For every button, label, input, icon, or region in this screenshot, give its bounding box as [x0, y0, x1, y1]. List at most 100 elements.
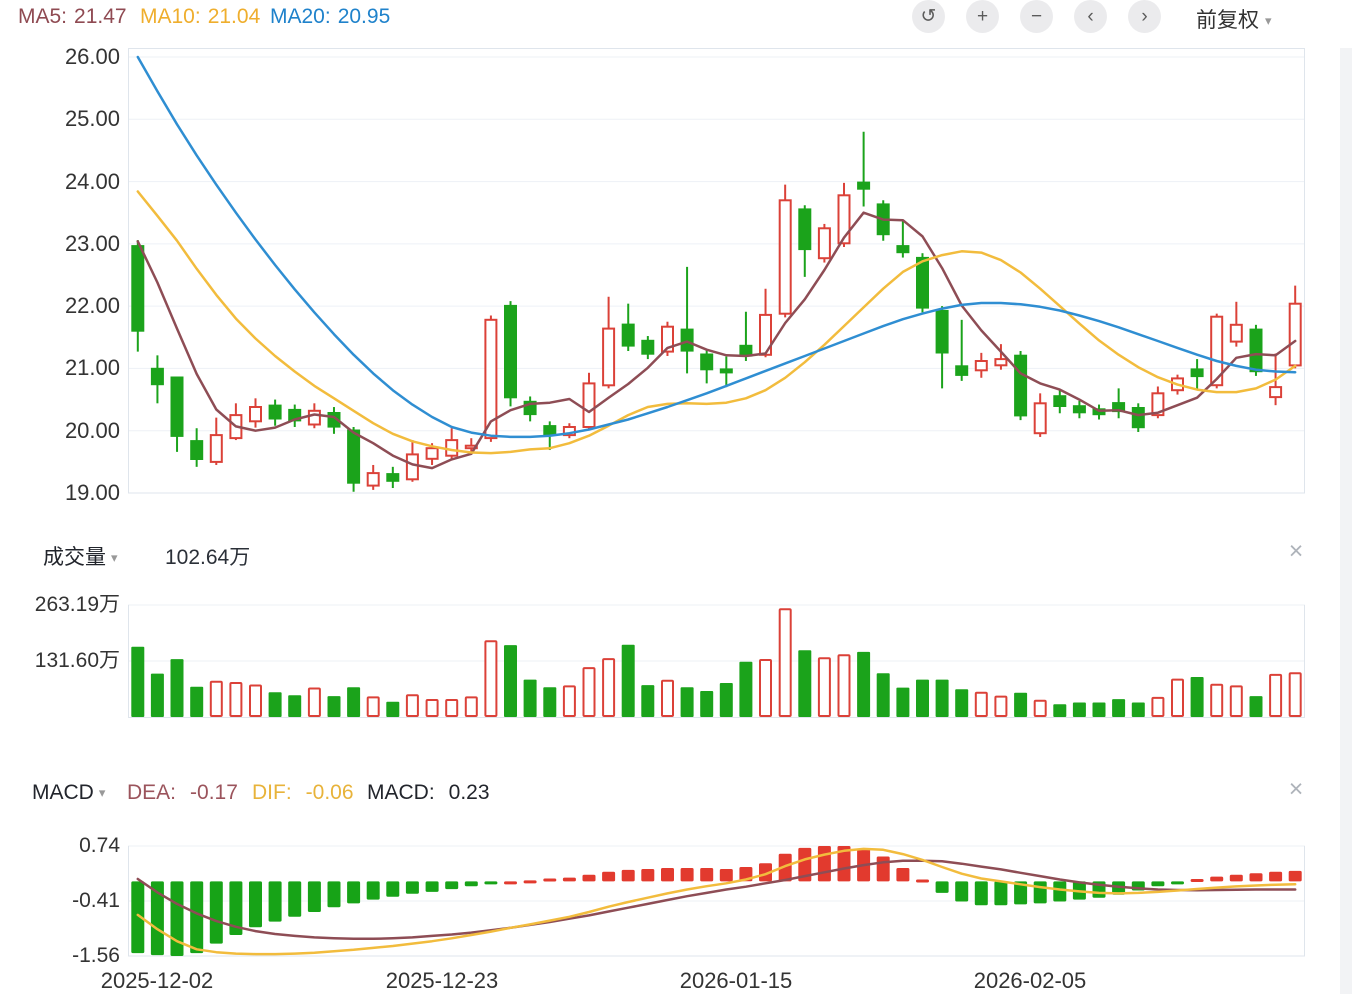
volume-bar — [662, 681, 673, 716]
candle-body — [250, 407, 261, 421]
dea-readout: DEA:-0.17 — [127, 781, 238, 805]
candle-body — [131, 245, 144, 332]
volume-bar — [269, 692, 282, 717]
candle-body — [1053, 395, 1066, 407]
candle-body — [1231, 325, 1242, 342]
close-icon[interactable]: × — [1281, 536, 1311, 566]
price-tick-label: 26.00 — [0, 44, 120, 70]
macd-bar — [1289, 871, 1302, 882]
macd-bar — [484, 881, 497, 884]
zoom-out-icon[interactable]: − — [1020, 0, 1053, 33]
volume-bar — [1053, 704, 1066, 717]
macd-bar — [583, 875, 596, 882]
ma20-legend: MA20: 20.95 — [270, 5, 390, 29]
volume-indicator-dropdown[interactable]: 成交量▾ — [43, 541, 118, 571]
volume-bar — [819, 658, 830, 716]
macd-bar — [1210, 877, 1223, 882]
macd-bar — [877, 857, 890, 882]
volume-bar — [543, 687, 556, 717]
date-tick-label: 2026-02-05 — [974, 968, 1087, 994]
volume-bar — [936, 680, 949, 717]
volume-bar — [760, 660, 771, 716]
candle-body — [681, 329, 694, 352]
ma5-label: MA5: — [18, 5, 67, 28]
volume-tick-label: 263.19万 — [0, 592, 120, 618]
candle-body — [368, 473, 379, 486]
pan-left-icon[interactable]: ‹ — [1074, 0, 1107, 33]
volume-bar — [1014, 693, 1027, 717]
volume-bar — [700, 691, 713, 717]
pan-right-icon[interactable]: › — [1128, 0, 1161, 33]
macd-bar — [445, 881, 458, 889]
candle-body — [543, 425, 556, 435]
volume-bar — [386, 702, 399, 717]
volume-bar — [1290, 673, 1301, 716]
candle-body — [1250, 329, 1263, 373]
volume-bar — [1191, 677, 1204, 717]
candle-body — [720, 368, 733, 373]
volume-bar — [171, 659, 184, 717]
volume-bar — [780, 609, 791, 716]
volume-bar — [309, 689, 320, 717]
macd-bar — [1171, 881, 1184, 884]
volume-tick-label: 131.60万 — [0, 648, 120, 674]
candle-body — [504, 305, 517, 398]
volume-bar — [1112, 699, 1125, 717]
candlestick-layer — [131, 132, 1300, 492]
candle-body — [1014, 355, 1027, 417]
macd-title: MACD — [32, 781, 94, 804]
volume-bar — [524, 680, 537, 717]
candle-body — [622, 324, 635, 347]
macd-bar — [700, 868, 713, 881]
close-icon[interactable]: × — [1281, 774, 1311, 804]
volume-bar — [1211, 685, 1222, 716]
macd-bar — [1191, 879, 1204, 882]
macd-bar — [367, 881, 380, 899]
volume-bar — [641, 685, 654, 717]
ma20-value: 20.95 — [338, 5, 391, 28]
scrollbar-track[interactable] — [1340, 48, 1352, 994]
macd-bar — [1034, 881, 1047, 903]
price-adjustment-dropdown[interactable]: 前复权▾ — [1196, 4, 1272, 34]
volume-bar — [896, 688, 909, 717]
price-tick-label: 21.00 — [0, 355, 120, 381]
macd-bar — [328, 881, 341, 907]
macd-bar — [622, 870, 635, 882]
chevron-down-icon: ▾ — [111, 550, 118, 565]
volume-bar — [877, 673, 890, 717]
zoom-in-icon[interactable]: + — [966, 0, 999, 33]
candlestick-chart[interactable] — [128, 48, 1305, 500]
undo-icon[interactable]: ↺ — [912, 0, 945, 33]
macd-tick-label: -0.41 — [0, 888, 120, 914]
volume-bar — [250, 686, 261, 717]
volume-bar — [504, 645, 517, 717]
macd-bar — [1269, 872, 1282, 882]
candle-body — [603, 329, 614, 386]
ma5-value: 21.47 — [74, 5, 127, 28]
volume-bar — [427, 700, 438, 716]
macd-bar — [641, 869, 654, 881]
volume-bar — [603, 659, 614, 716]
price-tick-label: 24.00 — [0, 169, 120, 195]
macd-tick-label: 0.74 — [0, 833, 120, 859]
macd-bar — [406, 881, 419, 893]
macd-chart[interactable] — [128, 838, 1305, 962]
ma20-label: MA20: — [270, 5, 331, 28]
ma10-value: 21.04 — [208, 5, 261, 28]
candle-body — [1035, 403, 1046, 433]
volume-chart[interactable] — [128, 600, 1305, 724]
candle-body — [1073, 405, 1086, 413]
price-tick-label: 23.00 — [0, 231, 120, 257]
candle-body — [1270, 387, 1281, 397]
date-tick-label: 2026-01-15 — [680, 968, 793, 994]
volume-bar — [1270, 675, 1281, 716]
candle-body — [446, 440, 457, 456]
volume-bar — [151, 674, 164, 717]
candle-body — [955, 365, 968, 376]
macd-indicator-dropdown[interactable]: MACD▾ — [32, 781, 105, 805]
candle-body — [798, 208, 811, 250]
macd-bar — [936, 881, 949, 893]
macd-bar — [994, 881, 1007, 905]
volume-bar — [681, 687, 694, 717]
volume-bar — [995, 697, 1006, 716]
